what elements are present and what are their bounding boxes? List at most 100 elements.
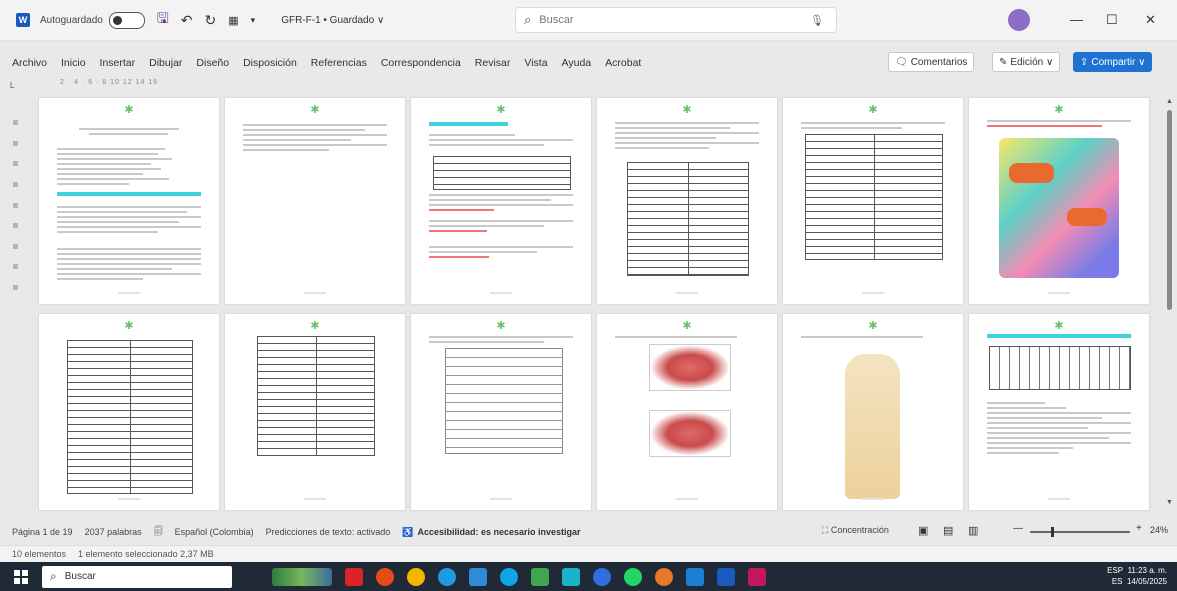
infographic-image: [999, 138, 1119, 278]
store-icon[interactable]: [562, 567, 580, 586]
chrome-icon[interactable]: [407, 567, 425, 586]
tab-inicio[interactable]: Inicio: [61, 57, 86, 69]
clock-date[interactable]: 14/05/2025: [1127, 577, 1167, 586]
scroll-up-arrow[interactable]: ▲: [1166, 98, 1174, 105]
windows-start-icon[interactable]: [14, 569, 28, 584]
data-table: [67, 340, 193, 494]
tab-vista[interactable]: Vista: [524, 57, 547, 69]
vertical-scrollbar[interactable]: ▲ ▼: [1166, 98, 1174, 506]
weather-widget-icon[interactable]: [272, 567, 332, 586]
clock-time[interactable]: 11:23 a. m.: [1128, 566, 1167, 575]
page-thumbnail[interactable]: ✱: [969, 98, 1149, 304]
page-thumbnail[interactable]: ✱: [411, 314, 591, 510]
accessibility-status[interactable]: Accesibilidad: es necesario investigar: [417, 527, 580, 537]
table-icon[interactable]: ▦: [228, 14, 238, 27]
app-icon[interactable]: [748, 567, 766, 586]
zoom-slider-thumb[interactable]: [1051, 527, 1054, 537]
page-thumbnail[interactable]: ✱: [39, 314, 219, 510]
explorer-item-count: 10 elementos: [12, 549, 67, 559]
edge-icon[interactable]: [438, 567, 456, 586]
page-thumbnail[interactable]: ✱: [225, 314, 405, 510]
maximize-button[interactable]: ☐: [1106, 12, 1118, 28]
star-logo-icon: ✱: [1054, 320, 1064, 332]
tab-referencias[interactable]: Referencias: [311, 57, 367, 69]
search-icon: ⌕: [524, 12, 532, 27]
teams-icon[interactable]: [500, 567, 518, 586]
search-box[interactable]: ⌕ 🎙: [515, 7, 837, 33]
user-avatar[interactable]: [1008, 9, 1030, 31]
pencil-icon: ✎: [999, 56, 1008, 68]
system-tray[interactable]: ESP 11:23 a. m. ES 14/05/2025: [1107, 565, 1167, 587]
page-thumbnail[interactable]: ✱: [969, 314, 1149, 510]
read-mode-icon[interactable]: ▣: [918, 524, 928, 537]
customize-toolbar-icon[interactable]: ▾: [251, 15, 256, 26]
share-button[interactable]: ⇪ Compartir ∨: [1073, 52, 1153, 72]
close-button[interactable]: ✕: [1145, 12, 1156, 28]
scroll-down-arrow[interactable]: ▼: [1166, 499, 1173, 506]
microphone-icon[interactable]: 🎙: [810, 14, 824, 27]
redo-icon[interactable]: ↻: [205, 12, 217, 29]
form-image: [445, 348, 563, 454]
document-filename[interactable]: GFR-F-1 • Guardado ∨: [281, 15, 384, 26]
text-predictions[interactable]: Predicciones de texto: activado: [266, 527, 391, 537]
star-logo-icon: ✱: [310, 320, 320, 332]
skeleton-image: [845, 354, 900, 499]
mail-icon[interactable]: [686, 567, 704, 586]
word-taskbar-icon[interactable]: [717, 567, 735, 586]
undo-icon[interactable]: ↶: [181, 12, 193, 29]
page-thumbnail[interactable]: ✱: [597, 98, 777, 304]
save-icon[interactable]: 🖫: [157, 8, 169, 32]
muscle-front-image: [649, 344, 731, 391]
star-logo-icon: ✱: [868, 320, 878, 332]
comments-button[interactable]: 🗨 Comentarios: [888, 52, 975, 72]
comment-icon: 🗨: [895, 56, 908, 68]
document-canvas[interactable]: ✱ ✱ ✱ ✱ ✱ ✱ ✱ ✱ ✱ ✱ ✱ ✱ ▲ ▼: [22, 92, 1173, 514]
comments-label: Comentarios: [910, 56, 968, 68]
star-logo-icon: ✱: [1054, 104, 1064, 116]
tab-diseno[interactable]: Diseño: [196, 57, 229, 69]
zoom-out-icon[interactable]: —: [1013, 523, 1023, 534]
tab-acrobat[interactable]: Acrobat: [605, 57, 641, 69]
tab-ayuda[interactable]: Ayuda: [562, 57, 592, 69]
zoom-in-icon[interactable]: +: [1136, 523, 1142, 534]
proofing-icon[interactable]: 🗐: [154, 524, 163, 540]
page-thumbnail[interactable]: ✱: [411, 98, 591, 304]
star-logo-icon: ✱: [682, 320, 692, 332]
excel-icon[interactable]: [531, 567, 549, 586]
star-logo-icon: ✱: [124, 320, 134, 332]
whatsapp-icon[interactable]: [624, 567, 642, 586]
focus-mode-button[interactable]: ⛶ Concentración: [822, 525, 889, 536]
web-layout-icon[interactable]: ▥: [968, 524, 978, 537]
tab-revisar[interactable]: Revisar: [475, 57, 511, 69]
tray-language[interactable]: ESP: [1107, 566, 1123, 575]
app-icon[interactable]: [593, 567, 611, 586]
page-thumbnail[interactable]: ✱: [225, 98, 405, 304]
taskbar-search[interactable]: ⌕ Buscar: [42, 565, 232, 588]
file-explorer-icon[interactable]: [469, 567, 487, 586]
tray-language-sub[interactable]: ES: [1112, 577, 1123, 586]
tab-insertar[interactable]: Insertar: [100, 57, 136, 69]
tab-disposicion[interactable]: Disposición: [243, 57, 297, 69]
word-count[interactable]: 2037 palabras: [85, 527, 142, 537]
app-icon[interactable]: [376, 567, 394, 586]
autosave-toggle[interactable]: [108, 11, 145, 29]
page-thumbnail[interactable]: ✱: [783, 314, 963, 510]
page-count[interactable]: Página 1 de 19: [12, 527, 73, 537]
tab-selector-icon[interactable]: L: [10, 81, 14, 90]
firefox-icon[interactable]: [655, 567, 673, 586]
page-thumbnail[interactable]: ✱: [783, 98, 963, 304]
zoom-slider-track[interactable]: [1030, 531, 1130, 533]
editing-button[interactable]: ✎ Edición ∨: [992, 52, 1061, 72]
page-thumbnail[interactable]: ✱: [597, 314, 777, 510]
tab-correspondencia[interactable]: Correspondencia: [381, 57, 461, 69]
scroll-thumb[interactable]: [1167, 110, 1172, 310]
zoom-level[interactable]: 24%: [1150, 525, 1168, 535]
minimize-button[interactable]: —: [1070, 12, 1083, 27]
page-thumbnail[interactable]: ✱: [39, 98, 219, 304]
acrobat-icon[interactable]: [345, 567, 363, 586]
search-input[interactable]: [537, 13, 782, 27]
language-indicator[interactable]: Español (Colombia): [175, 527, 254, 537]
print-layout-icon[interactable]: ▤: [943, 524, 953, 537]
tab-dibujar[interactable]: Dibujar: [149, 57, 182, 69]
tab-archivo[interactable]: Archivo: [12, 57, 47, 69]
